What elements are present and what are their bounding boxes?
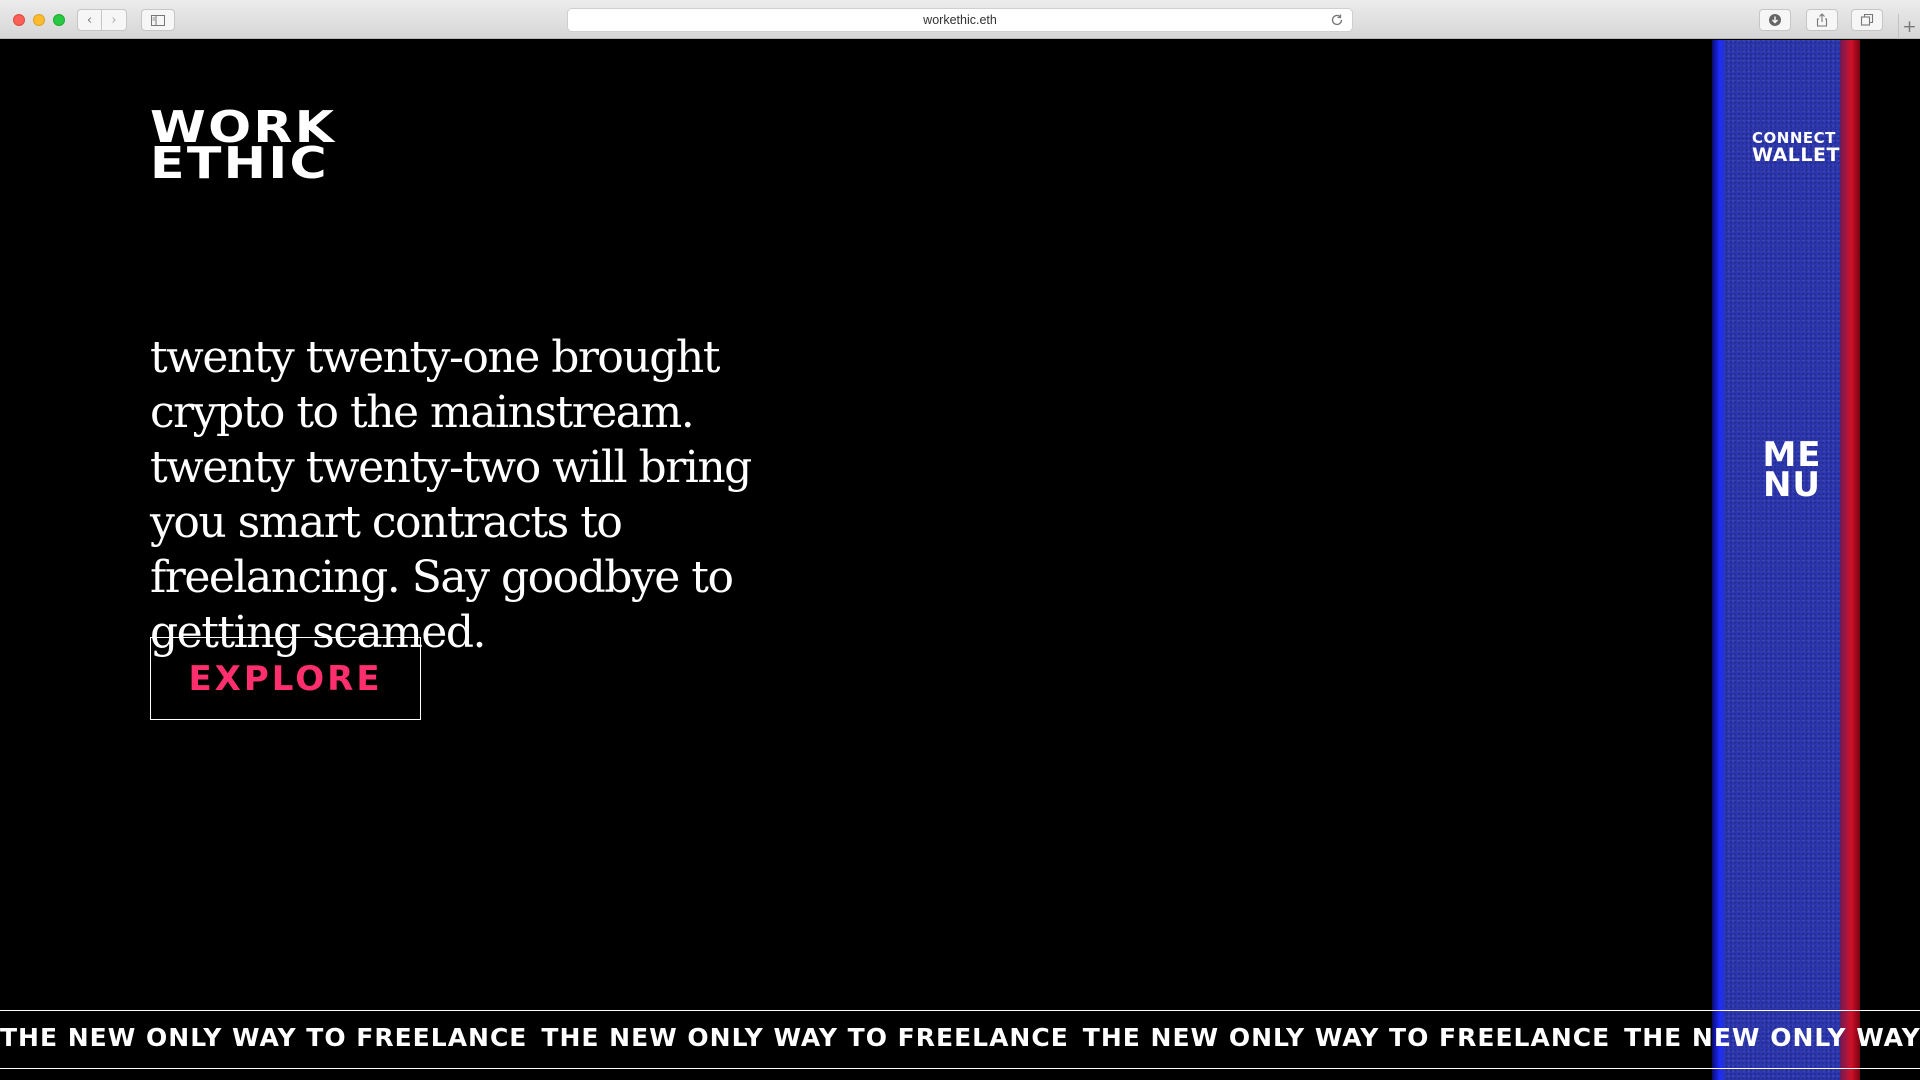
tab-overview-button[interactable]: [1851, 9, 1883, 31]
close-window-button[interactable]: [13, 14, 25, 26]
panel-blue-edge: [1712, 40, 1726, 1080]
back-button[interactable]: ‹: [77, 9, 102, 31]
web-page: WORK ETHIC twenty twenty-one brought cry…: [0, 40, 1920, 1080]
chevron-left-icon: ‹: [86, 12, 93, 28]
menu-button[interactable]: ME NU: [1752, 438, 1832, 505]
address-bar[interactable]: workethic.eth: [567, 8, 1353, 32]
browser-toolbar: ‹ › workethic.eth +: [0, 0, 1920, 39]
site-logo[interactable]: WORK ETHIC: [150, 106, 336, 189]
explore-button[interactable]: EXPLORE: [150, 637, 421, 720]
logo-line-2: ETHIC: [150, 138, 329, 189]
new-tab-button[interactable]: +: [1898, 14, 1920, 39]
marquee-track: THE NEW ONLY WAY TO FREELANCE THE NEW ON…: [0, 1023, 1920, 1052]
reload-icon[interactable]: [1330, 13, 1344, 27]
forward-button[interactable]: ›: [102, 9, 127, 31]
minimize-window-button[interactable]: [33, 14, 45, 26]
zoom-window-button[interactable]: [53, 14, 65, 26]
panel-red-edge: [1840, 40, 1860, 1080]
url-text: workethic.eth: [923, 13, 997, 27]
connect-wallet-button[interactable]: CONNECT WALLET: [1752, 130, 1840, 166]
sidebar-icon: [151, 14, 165, 26]
connect-wallet-line-2: WALLET: [1752, 144, 1840, 166]
share-button[interactable]: [1806, 9, 1838, 31]
marquee-item: THE NEW ONLY WAY TO FREELANCE: [0, 1023, 528, 1052]
sidebar-toggle-button[interactable]: [141, 9, 175, 31]
navigation-buttons: ‹ ›: [77, 9, 127, 31]
menu-line-2: NU: [1762, 465, 1822, 505]
marquee-item: THE NEW ONLY WAY TO FREELANCE: [1082, 1023, 1611, 1052]
downloads-button[interactable]: [1759, 9, 1791, 31]
chevron-right-icon: ›: [111, 12, 117, 28]
download-icon: [1769, 14, 1781, 26]
marquee-item: THE NEW ONLY WAY TO FREELANCE: [541, 1023, 1069, 1052]
hero-text: twenty twenty-one brought crypto to the …: [150, 332, 752, 658]
marquee-banner: THE NEW ONLY WAY TO FREELANCE THE NEW ON…: [0, 1010, 1920, 1069]
share-icon: [1816, 13, 1828, 27]
side-panel: [1712, 40, 1860, 1080]
tabs-icon: [1860, 13, 1874, 26]
marquee-item: THE NEW ONLY WAY TO FREELANCE: [1624, 1023, 1920, 1052]
plus-icon: +: [1902, 16, 1917, 37]
